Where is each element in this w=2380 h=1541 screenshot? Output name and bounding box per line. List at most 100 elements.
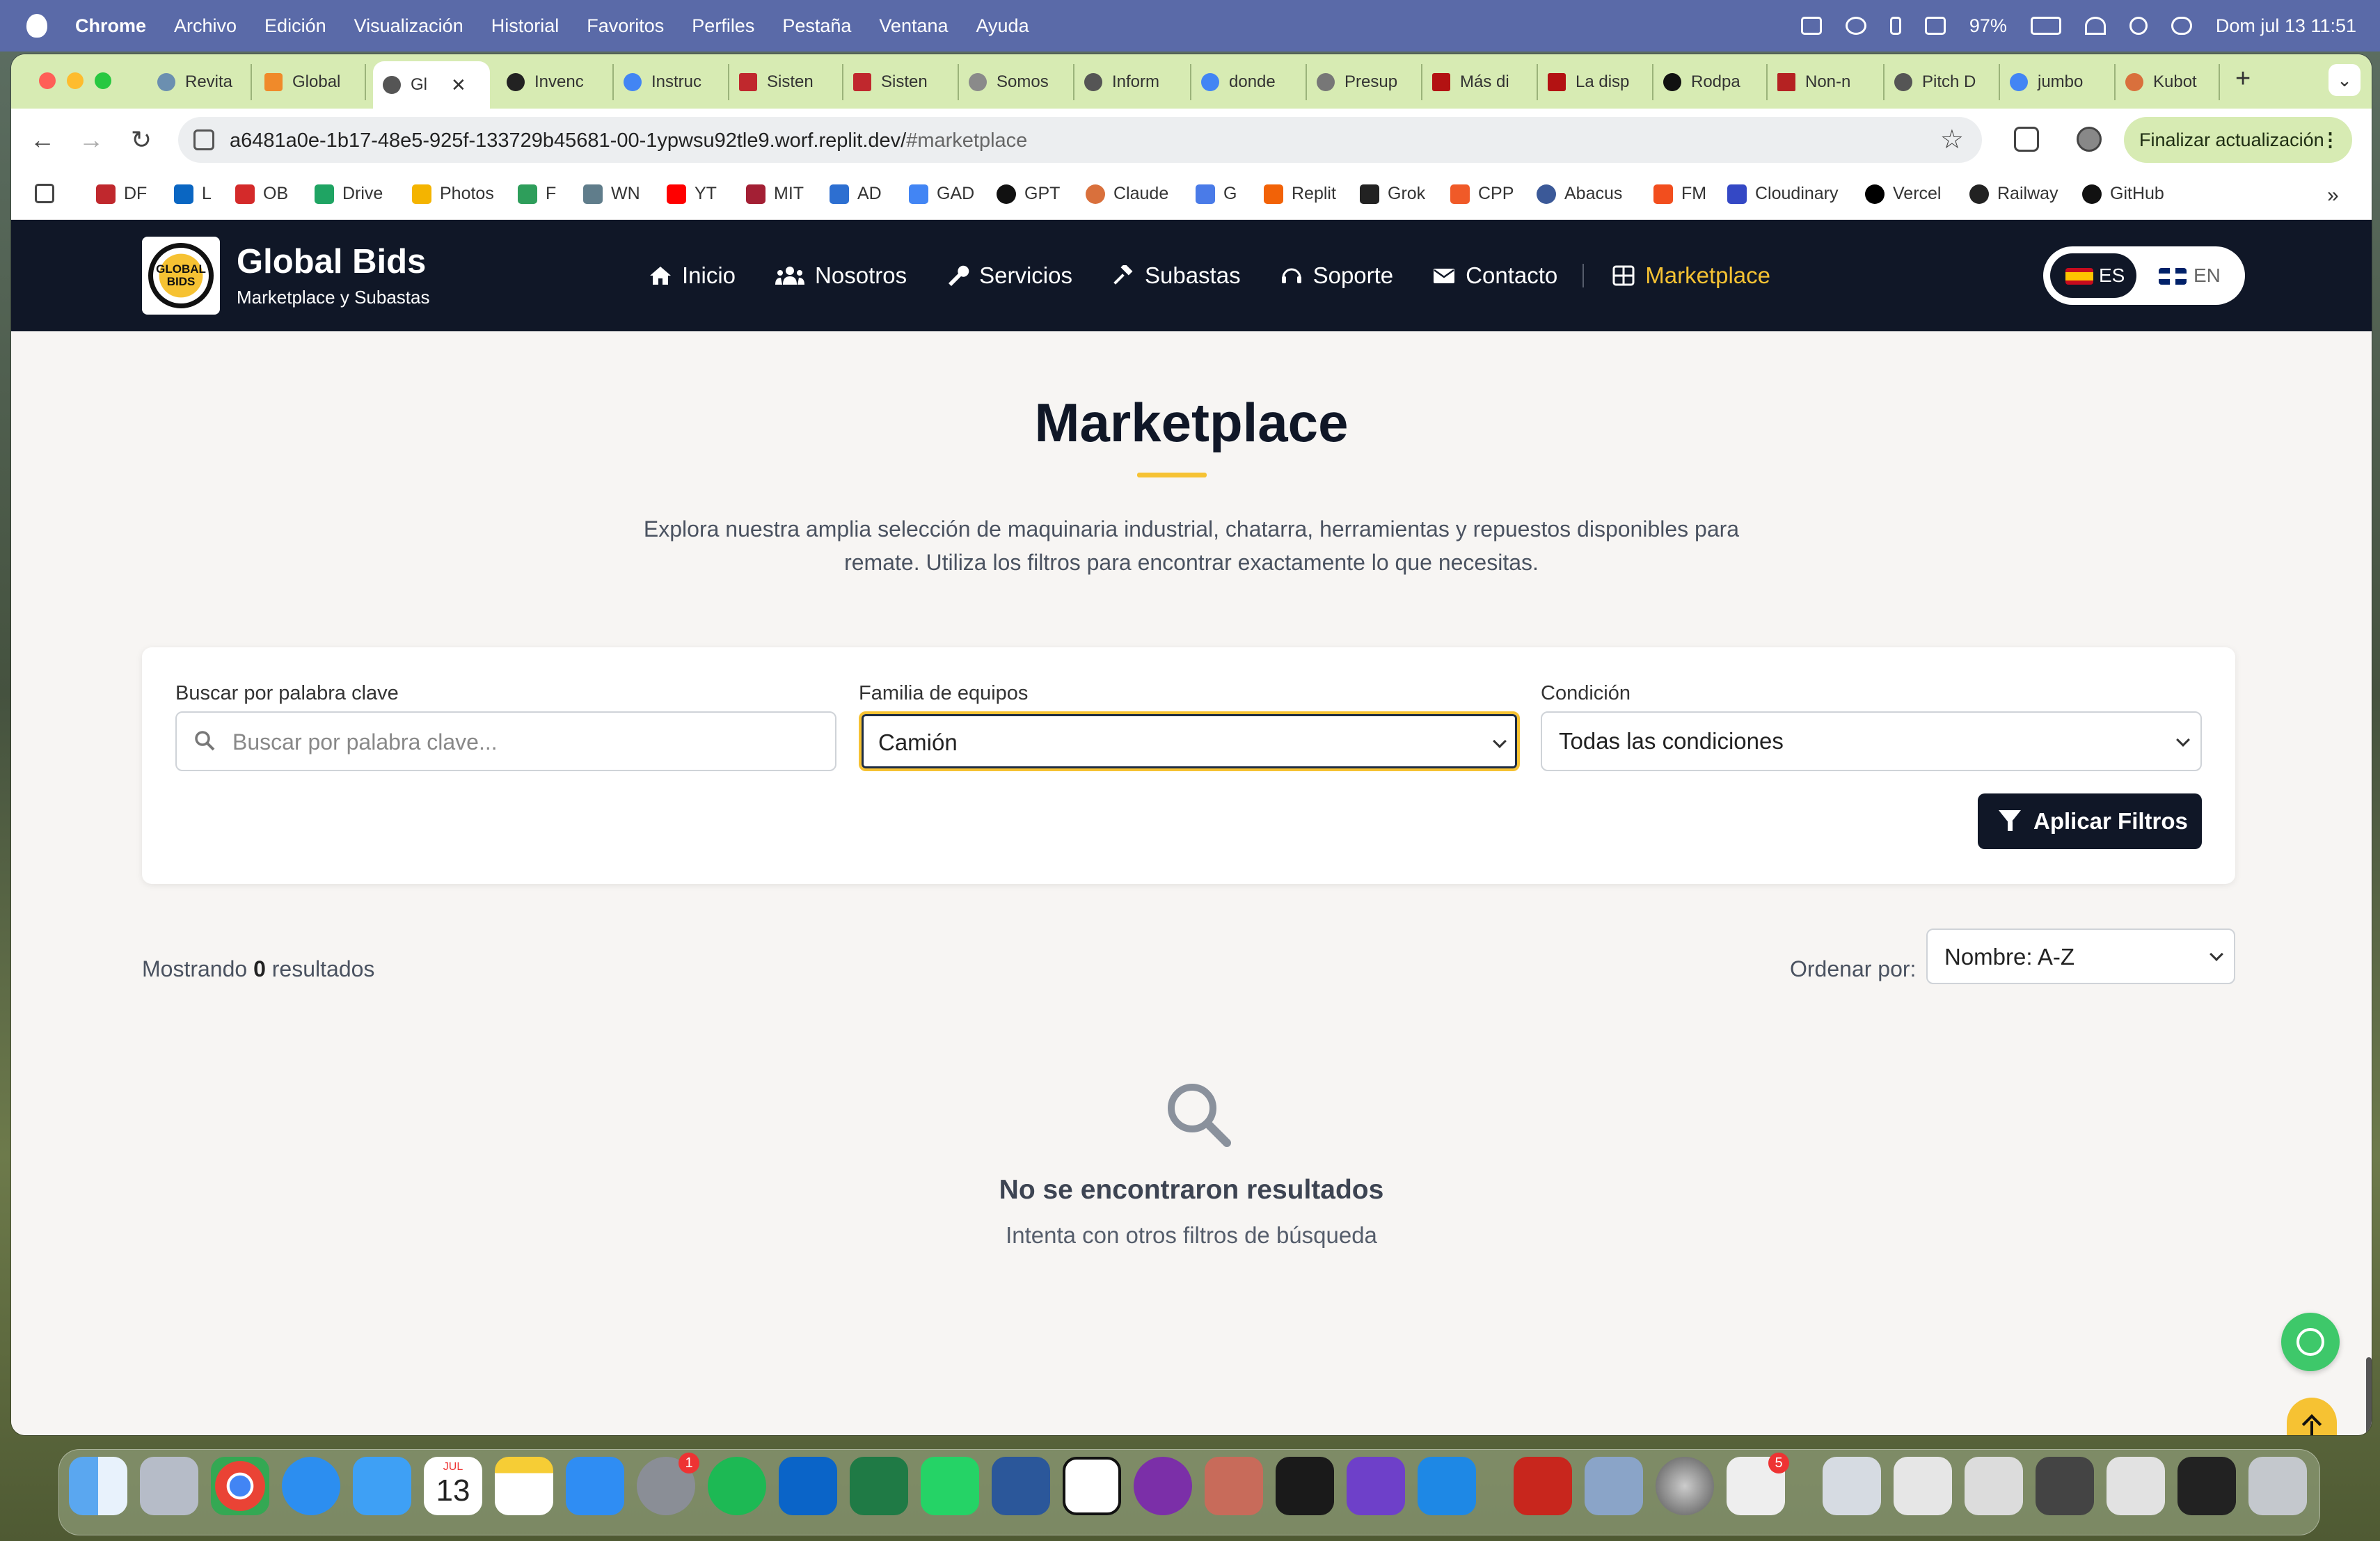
iphone-mirroring-icon[interactable] bbox=[1205, 1457, 1263, 1515]
bluetooth-icon[interactable] bbox=[1889, 17, 1901, 35]
tab[interactable]: Instruc bbox=[614, 64, 729, 100]
notes-icon[interactable] bbox=[495, 1457, 553, 1515]
more-menu-icon[interactable]: ⋮ bbox=[2321, 117, 2340, 163]
extensions-icon[interactable] bbox=[2014, 127, 2039, 152]
recent-file-icon[interactable] bbox=[1965, 1457, 2023, 1515]
bookmark-gpt[interactable]: GPT bbox=[997, 184, 1060, 204]
launchpad-icon[interactable] bbox=[140, 1457, 198, 1515]
tab[interactable]: La disp bbox=[1538, 64, 1653, 100]
bookmark-fm[interactable]: FM bbox=[1653, 184, 1706, 204]
site-logo[interactable]: GLOBAL BIDS bbox=[142, 237, 220, 315]
bookmark-github[interactable]: GitHub bbox=[2082, 184, 2164, 204]
menu-edicion[interactable]: Edición bbox=[264, 15, 326, 37]
site-brand[interactable]: Global Bids bbox=[237, 242, 426, 281]
recent-file-icon[interactable] bbox=[1823, 1457, 1881, 1515]
github-desktop-icon[interactable] bbox=[1347, 1457, 1405, 1515]
tab[interactable]: Invenc bbox=[497, 64, 614, 100]
tab[interactable]: Somos bbox=[959, 64, 1074, 100]
tab[interactable]: Kubot bbox=[2116, 64, 2220, 100]
tab[interactable]: Inform bbox=[1074, 64, 1191, 100]
bookmark-grok[interactable]: Grok bbox=[1360, 184, 1425, 204]
calendar-31-icon[interactable] bbox=[1063, 1457, 1121, 1515]
menu-app-chrome[interactable]: Chrome bbox=[75, 15, 146, 37]
menubar-clock[interactable]: Dom jul 13 11:51 bbox=[2216, 15, 2356, 37]
menu-ayuda[interactable]: Ayuda bbox=[976, 15, 1029, 37]
address-bar[interactable]: a6481a0e-1b17-48e5-925f-133729b45681-00-… bbox=[178, 117, 1982, 163]
menu-perfiles[interactable]: Perfiles bbox=[692, 15, 754, 37]
recent-file-icon[interactable] bbox=[2036, 1457, 2094, 1515]
menu-historial[interactable]: Historial bbox=[491, 15, 560, 37]
whatsapp-button[interactable] bbox=[2281, 1313, 2340, 1371]
battery-icon[interactable] bbox=[2030, 17, 2061, 35]
apply-filters-button[interactable]: Aplicar Filtros bbox=[1978, 793, 2202, 849]
bookmark-cloudinary[interactable]: Cloudinary bbox=[1727, 184, 1839, 204]
menu-favoritos[interactable]: Favoritos bbox=[587, 15, 664, 37]
bookmark-abacus[interactable]: Abacus bbox=[1537, 184, 1622, 204]
more-bookmarks-icon[interactable]: » bbox=[2327, 184, 2339, 207]
nav-nosotros[interactable]: Nosotros bbox=[775, 262, 907, 289]
control-center-icon[interactable] bbox=[2171, 17, 2192, 35]
mute-icon[interactable] bbox=[1845, 17, 1866, 35]
nav-inicio[interactable]: Inicio bbox=[649, 262, 736, 289]
tab[interactable]: Más di bbox=[1422, 64, 1538, 100]
profile-avatar[interactable] bbox=[2077, 127, 2102, 152]
menu-visualizacion[interactable]: Visualización bbox=[354, 15, 463, 37]
display-icon[interactable] bbox=[1924, 17, 1946, 35]
tab[interactable]: Rodpa bbox=[1653, 64, 1768, 100]
recent-file-icon[interactable] bbox=[2107, 1457, 2165, 1515]
finder-icon[interactable] bbox=[69, 1457, 127, 1515]
bookmark-mit[interactable]: MIT bbox=[746, 184, 804, 204]
bookmark-railway[interactable]: Railway bbox=[1969, 184, 2058, 204]
sort-select[interactable]: Nombre: A-Z bbox=[1926, 928, 2235, 984]
bookmark-replit[interactable]: Replit bbox=[1264, 184, 1336, 204]
back-button[interactable]: ← bbox=[25, 123, 60, 157]
menu-pestana[interactable]: Pestaña bbox=[782, 15, 851, 37]
keyword-search-input[interactable]: Buscar por palabra clave... bbox=[175, 711, 836, 771]
bookmark-gad[interactable]: GAD bbox=[909, 184, 974, 204]
recent-file-icon[interactable] bbox=[1894, 1457, 1952, 1515]
mail-icon[interactable] bbox=[353, 1457, 411, 1515]
terminal-icon[interactable] bbox=[2177, 1457, 2236, 1515]
bookmark-l[interactable]: L bbox=[174, 184, 212, 204]
close-tab-icon[interactable]: ✕ bbox=[451, 74, 466, 96]
bookmark-g[interactable]: G bbox=[1196, 184, 1237, 204]
new-tab-button[interactable]: + bbox=[2235, 64, 2251, 94]
bookmark-df[interactable]: DF bbox=[96, 184, 147, 204]
nav-contacto[interactable]: Contacto bbox=[1432, 262, 1557, 289]
close-window-button[interactable] bbox=[39, 72, 56, 89]
app-store-icon[interactable]: 5 bbox=[1727, 1453, 1789, 1515]
bookmark-photos[interactable]: Photos bbox=[412, 184, 494, 204]
acrobat-icon[interactable] bbox=[1514, 1457, 1572, 1515]
trash-icon[interactable] bbox=[2248, 1457, 2307, 1515]
bookmark-ob[interactable]: OB bbox=[235, 184, 288, 204]
bookmark-claude[interactable]: Claude bbox=[1086, 184, 1168, 204]
compressor-pro-icon[interactable] bbox=[1656, 1457, 1714, 1515]
bookmark-vercel[interactable]: Vercel bbox=[1865, 184, 1941, 204]
tab[interactable]: jumbo bbox=[2000, 64, 2116, 100]
tab[interactable]: Sisten bbox=[729, 64, 843, 100]
apps-grid-icon[interactable] bbox=[35, 184, 63, 203]
whatsapp-app-icon[interactable] bbox=[921, 1457, 979, 1515]
tab[interactable]: Pitch D bbox=[1885, 64, 2000, 100]
zoom-window-button[interactable] bbox=[95, 72, 111, 89]
nav-soporte[interactable]: Soporte bbox=[1280, 262, 1393, 289]
menu-archivo[interactable]: Archivo bbox=[174, 15, 237, 37]
bookmark-drive[interactable]: Drive bbox=[315, 184, 383, 204]
drive-status-icon[interactable] bbox=[1800, 17, 1822, 35]
nav-servicios[interactable]: Servicios bbox=[946, 262, 1072, 289]
apple-icon[interactable] bbox=[26, 14, 47, 38]
keynote-icon[interactable] bbox=[566, 1457, 624, 1515]
bluestacks-icon[interactable] bbox=[1276, 1457, 1334, 1515]
calendar-icon[interactable]: JUL 13 bbox=[424, 1457, 482, 1515]
bookmark-ad[interactable]: AD bbox=[830, 184, 882, 204]
bookmark-cpp[interactable]: CPP bbox=[1450, 184, 1514, 204]
bookmark-f[interactable]: F bbox=[518, 184, 556, 204]
minimize-window-button[interactable] bbox=[67, 72, 84, 89]
chrome-icon[interactable] bbox=[211, 1457, 269, 1515]
site-info-icon[interactable] bbox=[193, 129, 214, 150]
outlook-icon[interactable] bbox=[779, 1457, 837, 1515]
tab[interactable]: Global bbox=[255, 64, 366, 100]
word-icon[interactable] bbox=[992, 1457, 1050, 1515]
spotify-icon[interactable] bbox=[708, 1457, 766, 1515]
tab-search-button[interactable]: ⌄ bbox=[2329, 64, 2361, 96]
